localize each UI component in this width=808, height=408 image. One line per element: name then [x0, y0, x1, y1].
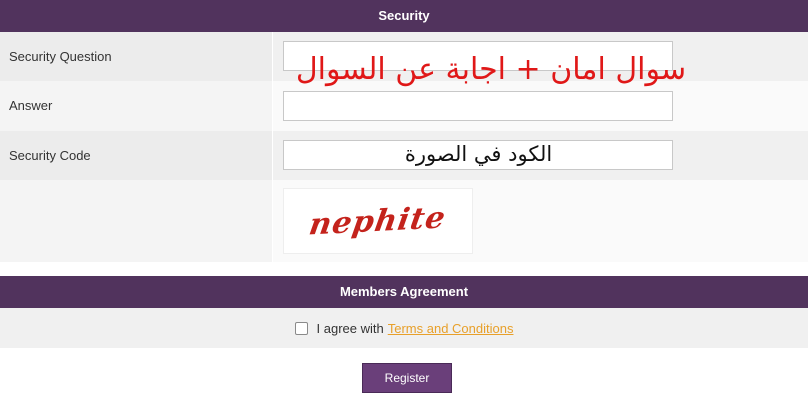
agreement-row: I agree with Terms and Conditions	[0, 308, 808, 348]
agree-checkbox[interactable]	[294, 321, 308, 335]
security-code-annotation: الكود في الصورة	[404, 142, 553, 166]
captcha-label-cell	[0, 180, 273, 262]
answer-row: Answer	[0, 81, 808, 131]
answer-input[interactable]	[283, 91, 673, 121]
security-code-label: Security Code	[0, 131, 273, 180]
captcha-cell: nephite	[273, 180, 808, 262]
agree-text: I agree with	[316, 320, 384, 336]
security-question-label: Security Question	[0, 32, 273, 81]
terms-and-conditions-link[interactable]: Terms and Conditions	[388, 321, 514, 336]
register-row: Register	[0, 348, 808, 408]
captcha-image: nephite	[283, 188, 473, 254]
answer-label: Answer	[0, 81, 273, 131]
register-button[interactable]: Register	[362, 363, 452, 393]
security-section-header: Security	[0, 0, 808, 32]
answer-cell	[273, 81, 808, 131]
members-agreement-header: Members Agreement	[0, 276, 808, 308]
captcha-row: nephite	[0, 180, 808, 262]
agreement-line: I agree with Terms and Conditions	[0, 308, 808, 348]
captcha-text: nephite	[307, 199, 449, 243]
security-question-annotation: سوال امان + اجابة عن السوال	[295, 52, 687, 87]
